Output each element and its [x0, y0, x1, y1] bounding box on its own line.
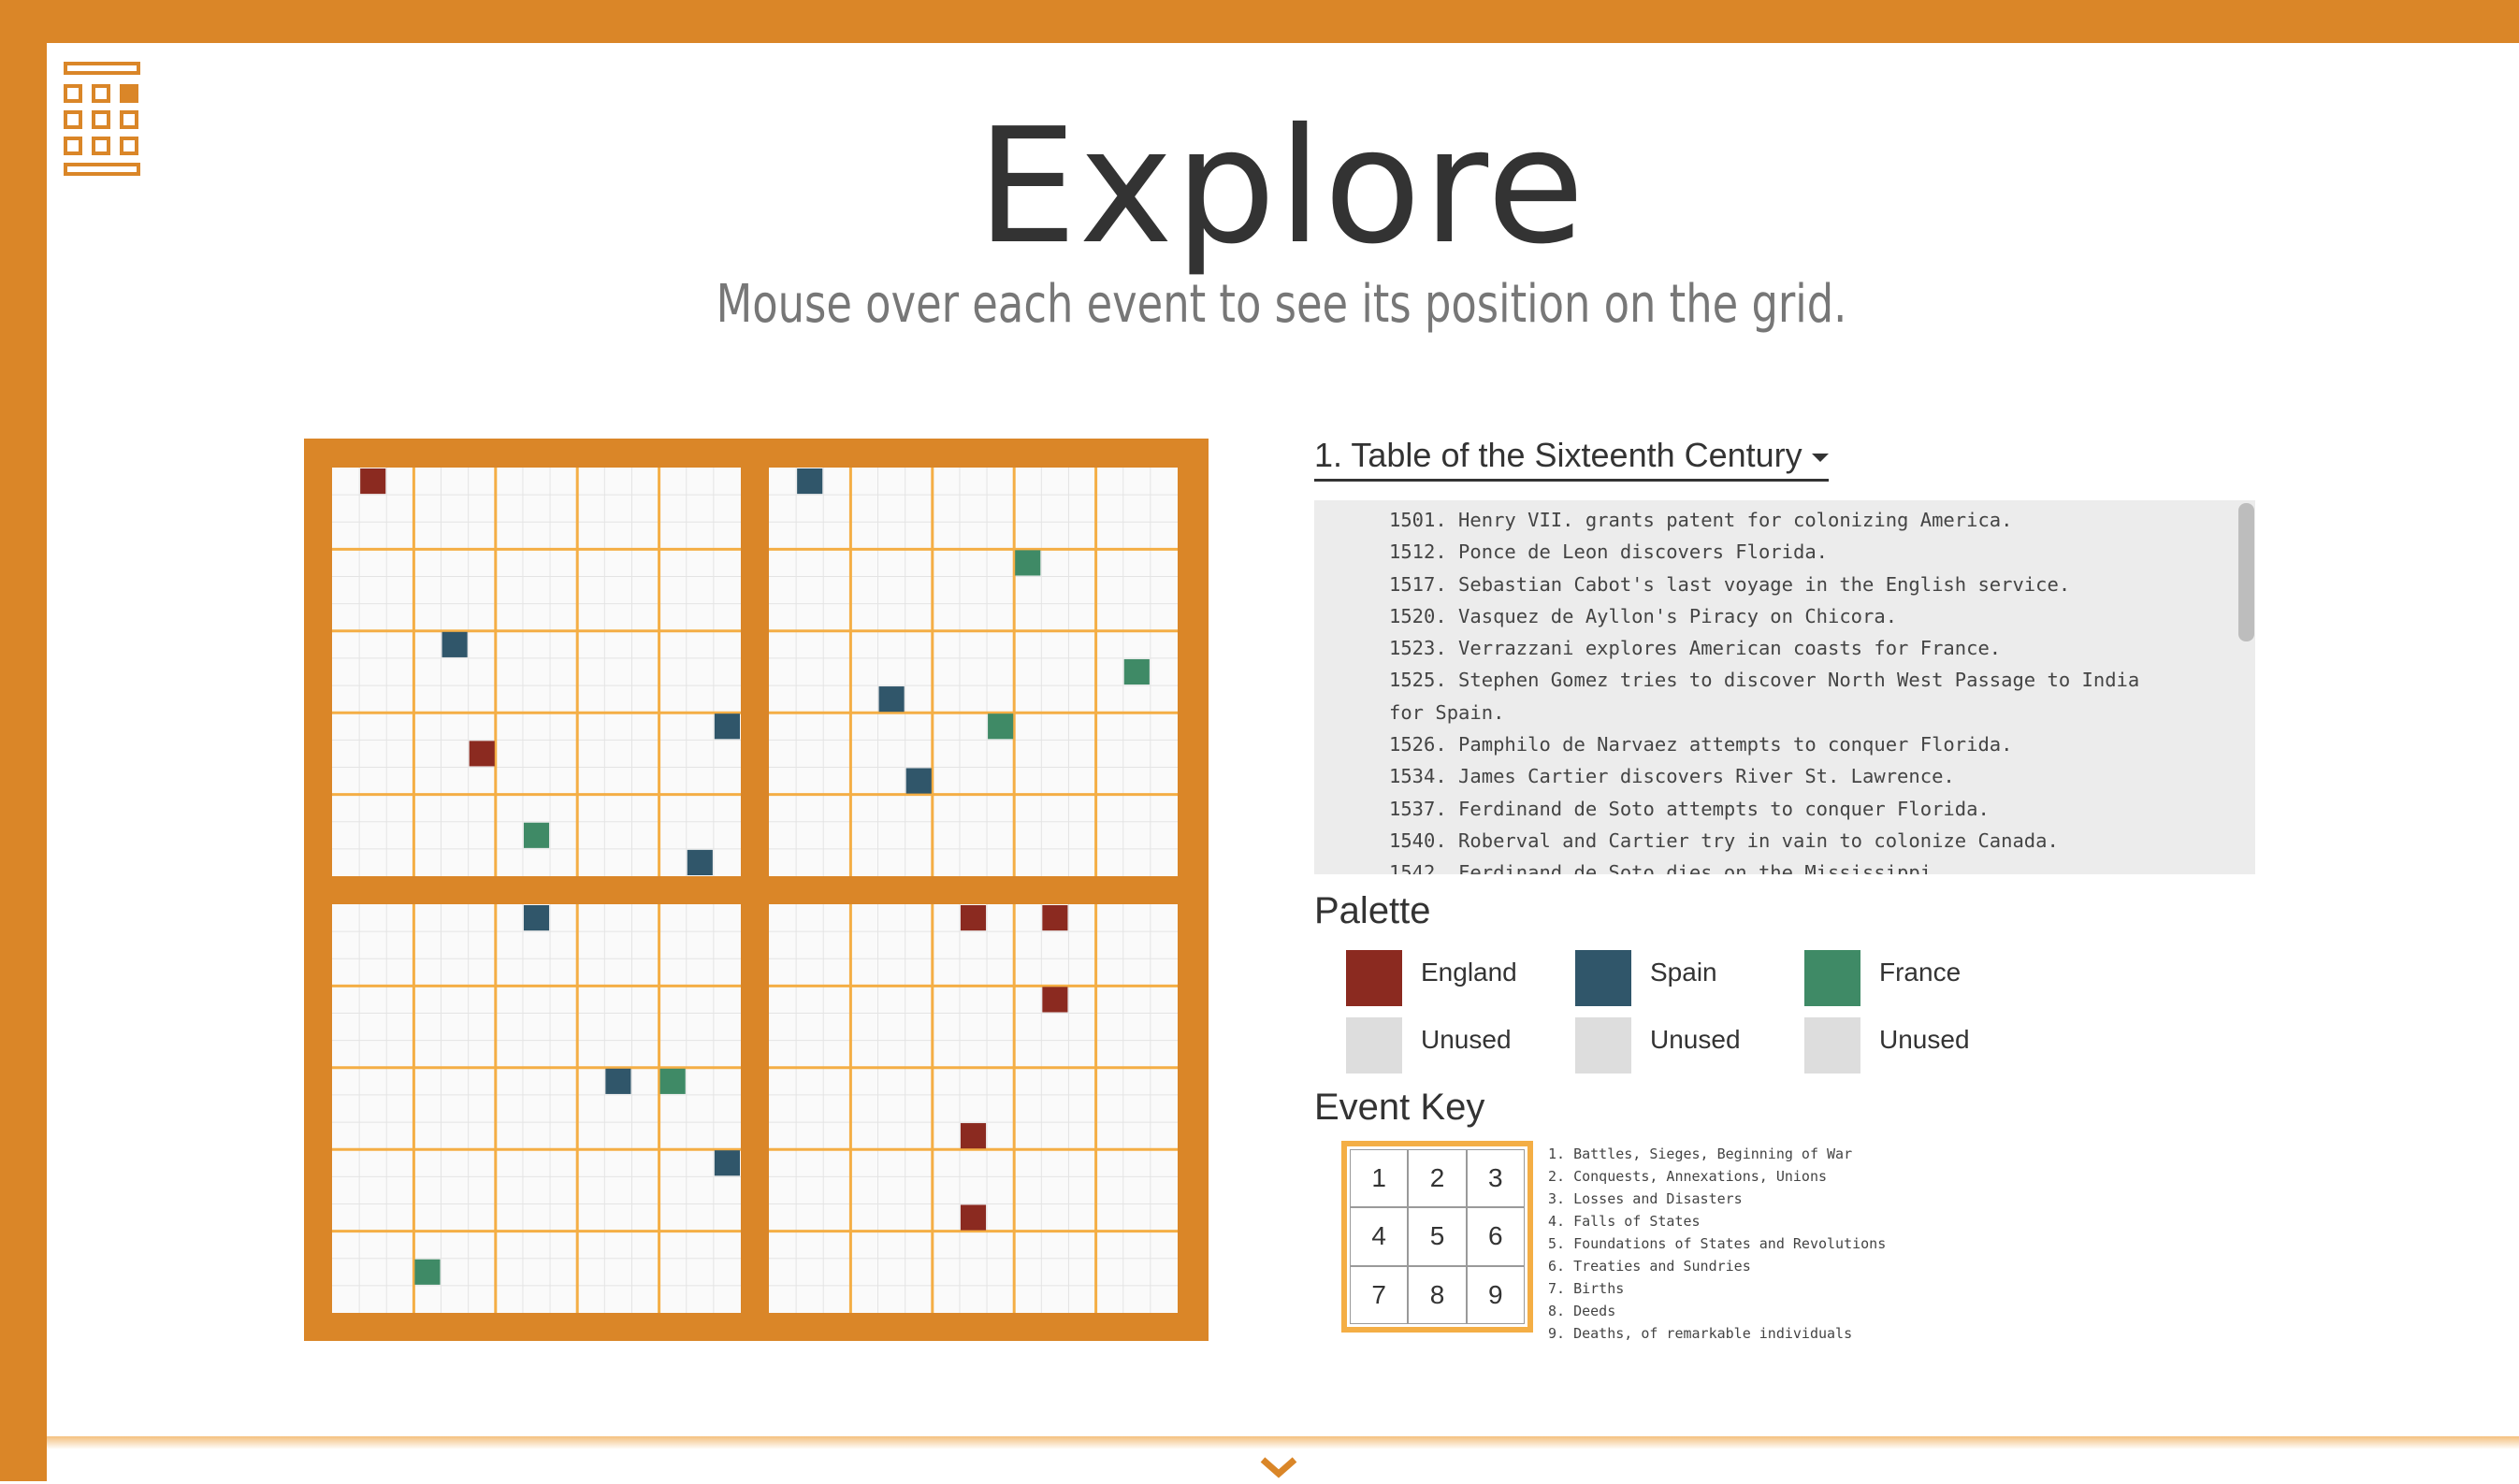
table-selector-dropdown[interactable]: 1. Table of the Sixteenth Century: [1314, 436, 1829, 482]
event-mark-spain: [797, 468, 823, 495]
event-list-item[interactable]: 1534. James Cartier discovers River St. …: [1389, 760, 2162, 792]
palette-label: France: [1879, 958, 1962, 987]
event-mark-england: [960, 905, 987, 931]
event-mark-france: [414, 1259, 441, 1285]
event-mark-france: [1015, 550, 1041, 576]
event-key-legend-item: 2. Conquests, Annexations, Unions: [1548, 1168, 1828, 1185]
palette-label: England: [1421, 958, 1517, 987]
palette-item-unused[interactable]: Unused: [1575, 1017, 1800, 1073]
event-mark-england: [960, 1204, 987, 1231]
palette-swatch: [1346, 1017, 1402, 1073]
page-title: Explore: [977, 94, 1586, 280]
event-mark-spain: [714, 1150, 740, 1176]
event-key-legend-item: 6. Treaties and Sundries: [1548, 1258, 1751, 1275]
event-mark-france: [523, 822, 550, 848]
event-mark-spain: [878, 686, 905, 713]
bottom-divider: [47, 1436, 2519, 1449]
event-list-item[interactable]: 1523. Verrazzani explores American coast…: [1389, 632, 2162, 664]
top-accent-bar: [0, 0, 2519, 43]
palette-swatch: [1575, 1017, 1631, 1073]
palette-item-england[interactable]: England: [1346, 950, 1571, 1006]
event-list-item[interactable]: 1501. Henry VII. grants patent for colon…: [1389, 504, 2162, 536]
page-subtitle: Mouse over each event to see its positio…: [716, 274, 1847, 335]
event-key-legend-item: 1. Battles, Sieges, Beginning of War: [1548, 1145, 1853, 1162]
event-mark-spain: [687, 849, 713, 875]
grid-quadrant: [332, 904, 741, 1313]
palette-swatch: [1575, 950, 1631, 1006]
event-mark-england: [1042, 987, 1068, 1013]
palette-label: Unused: [1650, 1025, 1741, 1054]
event-key-legend-item: 7. Births: [1548, 1280, 1625, 1297]
event-key-legend-item: 3. Losses and Disasters: [1548, 1190, 1743, 1207]
grid-quadrant: [332, 468, 741, 876]
event-mark-spain: [523, 905, 550, 931]
chevron-down-icon[interactable]: [1260, 1457, 1297, 1479]
event-key-cell: 7: [1350, 1265, 1409, 1324]
palette-item-france[interactable]: France: [1804, 950, 2029, 1006]
palette-label: Unused: [1421, 1025, 1512, 1054]
table-selector-label: 1. Table of the Sixteenth Century: [1314, 436, 1802, 474]
event-list-item[interactable]: 1537. Ferdinand de Soto attempts to conq…: [1389, 793, 2162, 825]
event-list[interactable]: 1501. Henry VII. grants patent for colon…: [1314, 500, 2255, 874]
caret-down-icon: [1811, 453, 1829, 462]
event-mark-england: [1042, 905, 1068, 931]
event-key-cell: 1: [1350, 1149, 1409, 1208]
event-key-legend-item: 9. Deaths, of remarkable individuals: [1548, 1325, 1853, 1342]
event-list-item[interactable]: 1525. Stephen Gomez tries to discover No…: [1389, 664, 2162, 728]
event-list-item[interactable]: 1512. Ponce de Leon discovers Florida.: [1389, 536, 2162, 568]
event-mark-france: [1123, 658, 1150, 685]
event-key-cell: 6: [1466, 1207, 1525, 1266]
grid-quadrant: [769, 468, 1178, 876]
event-key-legend-item: 4. Falls of States: [1548, 1213, 1701, 1230]
century-grid[interactable]: [304, 439, 1209, 1341]
event-mark-spain: [714, 713, 740, 740]
grid-quadrant: [769, 904, 1178, 1313]
palette-swatch: [1346, 950, 1402, 1006]
event-mark-france: [659, 1068, 686, 1094]
event-mark-spain: [905, 768, 932, 794]
event-list-item[interactable]: 1542. Ferdinand de Soto dies on the Miss…: [1389, 857, 2162, 874]
palette-swatch: [1804, 950, 1860, 1006]
event-key-heading: Event Key: [1314, 1087, 1485, 1128]
event-list-scrollbar[interactable]: [2238, 503, 2254, 641]
event-key-legend-item: 8. Deeds: [1548, 1303, 1616, 1319]
palette-swatch: [1804, 1017, 1860, 1073]
event-key-cell: 9: [1466, 1265, 1525, 1324]
event-key-cell: 3: [1466, 1149, 1525, 1208]
event-list-item[interactable]: 1526. Pamphilo de Narvaez attempts to co…: [1389, 728, 2162, 760]
event-key-cell: 8: [1408, 1265, 1467, 1324]
palette-item-unused[interactable]: Unused: [1804, 1017, 2029, 1073]
palette-item-spain[interactable]: Spain: [1575, 950, 1800, 1006]
event-key-legend-item: 5. Foundations of States and Revolutions: [1548, 1235, 1887, 1252]
event-key-grid: 123456789: [1341, 1141, 1533, 1333]
event-list-item[interactable]: 1517. Sebastian Cabot's last voyage in t…: [1389, 569, 2162, 600]
event-key-cell: 5: [1408, 1207, 1467, 1266]
event-key-cell: 4: [1350, 1207, 1409, 1266]
event-key-cell: 2: [1408, 1149, 1467, 1208]
palette-heading: Palette: [1314, 890, 1431, 931]
palette-label: Spain: [1650, 958, 1717, 987]
event-list-item[interactable]: 1520. Vasquez de Ayllon's Piracy on Chic…: [1389, 600, 2162, 632]
palette-label: Unused: [1879, 1025, 1970, 1054]
palette-item-unused[interactable]: Unused: [1346, 1017, 1571, 1073]
century-grid-svg: [304, 439, 1209, 1341]
event-mark-england: [360, 468, 386, 495]
event-mark-england: [960, 1123, 987, 1149]
event-mark-england: [469, 741, 495, 767]
event-list-item[interactable]: 1540. Roberval and Cartier try in vain t…: [1389, 825, 2162, 857]
event-mark-spain: [605, 1068, 631, 1094]
event-key-legend: 1. Battles, Sieges, Beginning of War 2. C…: [1548, 1143, 1886, 1345]
event-mark-spain: [442, 631, 468, 657]
event-mark-france: [988, 713, 1014, 740]
